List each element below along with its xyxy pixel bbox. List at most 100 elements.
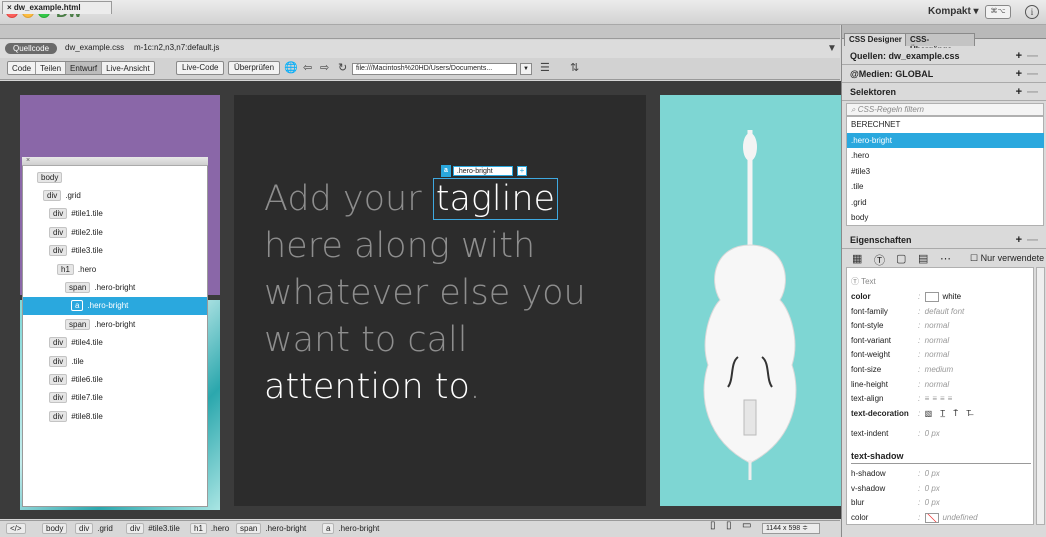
dom-node-label: .hero-bright xyxy=(94,282,136,292)
hero-tagline-link[interactable]: tagline xyxy=(432,178,559,220)
dom-panel-close-icon[interactable]: × xyxy=(22,157,208,166)
background-category-icon[interactable]: ▤ xyxy=(918,252,928,265)
dom-node[interactable]: div #tile3.tile xyxy=(23,242,207,260)
dom-node[interactable]: body xyxy=(23,168,207,186)
dom-node[interactable]: div .grid xyxy=(23,186,207,204)
hero-heading[interactable]: Add your tagline here along with whateve… xyxy=(264,176,624,411)
tab-css-transitions[interactable]: CSS-Übergänge xyxy=(905,33,975,54)
info-icon[interactable]: i xyxy=(1025,5,1039,19)
shadow-property-value[interactable]: : 0 px xyxy=(918,467,940,481)
address-field[interactable]: file:///Macintosh%20HD/Users/Documents..… xyxy=(352,63,517,75)
selector-filter-input[interactable]: ⌕ CSS-Regeln filtern xyxy=(846,103,1044,116)
layout-category-icon[interactable]: ▦ xyxy=(852,252,862,265)
remove-property-icon[interactable]: — xyxy=(1027,232,1038,248)
dom-node[interactable]: div #tile2.tile xyxy=(23,223,207,241)
remove-source-icon[interactable]: — xyxy=(1027,48,1038,64)
add-class-icon[interactable]: + xyxy=(516,166,527,176)
shadow-property-value[interactable]: : 0 px xyxy=(918,496,940,510)
breadcrumb-item[interactable]: h1 .hero xyxy=(190,523,229,534)
dom-node[interactable]: div #tile6.tile xyxy=(23,370,207,388)
breadcrumb-item[interactable]: body xyxy=(42,523,71,534)
dom-node[interactable]: h1 .hero xyxy=(23,260,207,278)
page-options-icon[interactable]: ☰ xyxy=(540,61,550,75)
workspace-switcher[interactable]: Kompakt ▾ xyxy=(928,6,979,17)
tab-css-designer[interactable]: CSS Designer xyxy=(844,33,907,46)
code-toggle-icon[interactable]: </> xyxy=(6,523,26,534)
dom-node[interactable]: span .hero-bright xyxy=(23,278,207,296)
view-design-button[interactable]: Entwurf xyxy=(66,62,103,74)
shadow-property-value[interactable]: : undefined xyxy=(918,511,978,525)
breadcrumb-item[interactable]: div .grid xyxy=(75,523,113,534)
back-arrow-icon[interactable]: ⇦ xyxy=(303,61,312,75)
window-size-select[interactable]: 1144 x 598 ≑ xyxy=(762,523,820,534)
tablet-size-icon[interactable]: ▯ xyxy=(726,521,732,531)
filter-icon[interactable]: ▼ xyxy=(827,43,837,54)
add-source-icon[interactable]: + xyxy=(1016,48,1022,64)
address-dropdown-icon[interactable]: ▼ xyxy=(520,63,532,75)
selector-item[interactable]: body xyxy=(847,210,1044,225)
selector-item[interactable]: .hero-bright xyxy=(847,132,1044,148)
property-value[interactable]: : normal xyxy=(918,348,949,362)
property-value[interactable]: : normal xyxy=(918,334,949,348)
breadcrumb-tag: a xyxy=(322,523,335,534)
sort-icon[interactable]: ⇅ xyxy=(570,61,579,75)
related-file-js[interactable]: m-1c:n2,n3,n7:default.js xyxy=(134,43,219,52)
selector-item[interactable]: .tile xyxy=(847,179,1044,194)
border-category-icon[interactable]: ▢ xyxy=(896,252,906,265)
property-value[interactable]: : 0 px xyxy=(918,427,940,441)
selector-item[interactable]: .hero xyxy=(847,148,1044,163)
selector-item[interactable]: #tile3 xyxy=(847,164,1044,179)
related-file-css[interactable]: dw_example.css xyxy=(65,43,124,52)
property-value[interactable]: : default font xyxy=(918,305,964,319)
remove-media-icon[interactable]: — xyxy=(1027,66,1038,82)
add-media-icon[interactable]: + xyxy=(1016,66,1022,82)
property-value[interactable]: : ≡≡≡≡ xyxy=(918,392,955,406)
selector-item[interactable]: .grid xyxy=(847,195,1044,210)
element-selection-badge[interactable]: a .hero-bright + xyxy=(441,165,527,177)
breadcrumb-label: .grid xyxy=(97,524,113,533)
property-value[interactable]: : medium xyxy=(918,363,953,377)
property-value[interactable]: : ▧ T̲ T̄ T̶ xyxy=(918,407,974,421)
phone-size-icon[interactable]: ▯ xyxy=(710,521,716,531)
property-value[interactable]: : normal xyxy=(918,378,949,392)
dom-node[interactable]: div #tile4.tile xyxy=(23,334,207,352)
live-code-button[interactable]: Live-Code xyxy=(176,61,225,75)
view-live-button[interactable]: Live-Ansicht xyxy=(102,62,154,74)
shadow-property-value[interactable]: : 0 px xyxy=(918,482,940,496)
view-code-button[interactable]: Code xyxy=(8,62,37,74)
dom-node[interactable]: span .hero-bright xyxy=(23,315,207,333)
globe-icon[interactable]: 🌐 xyxy=(284,61,298,75)
desktop-size-icon[interactable]: ▭ xyxy=(742,521,751,531)
selector-item[interactable]: BERECHNET xyxy=(847,117,1044,132)
sources-row[interactable]: Quellen: dw_example.css + — xyxy=(842,48,1046,65)
dom-node[interactable]: a .hero-bright xyxy=(23,296,207,315)
breadcrumb-item[interactable]: span .hero-bright xyxy=(236,523,306,534)
property-value[interactable]: : white xyxy=(918,290,961,304)
dom-node[interactable]: div #tile7.tile xyxy=(23,389,207,407)
selection-class[interactable]: .hero-bright xyxy=(452,166,513,176)
tile4-violin-image[interactable] xyxy=(660,95,841,506)
breadcrumb-item[interactable]: div #tile3.tile xyxy=(126,523,180,534)
show-set-checkbox[interactable]: ☐ Nur verwendete xyxy=(970,253,1044,264)
breadcrumb-item[interactable]: a .hero-bright xyxy=(322,523,379,534)
text-group-header: Ⓣ Text xyxy=(851,277,876,286)
dom-node[interactable]: div .tile xyxy=(23,352,207,370)
more-category-icon[interactable]: ⋯ xyxy=(940,252,951,265)
sync-settings-icon[interactable]: ⌘⌥ xyxy=(985,5,1011,19)
forward-arrow-icon[interactable]: ⇨ xyxy=(320,61,329,75)
add-selector-icon[interactable]: + xyxy=(1016,84,1022,100)
dom-node-label: .hero xyxy=(77,264,97,274)
dom-node[interactable]: div #tile1.tile xyxy=(23,205,207,223)
remove-selector-icon[interactable]: — xyxy=(1027,84,1038,100)
text-category-icon[interactable]: Ⓣ xyxy=(874,252,885,268)
document-tab[interactable]: × dw_example.html xyxy=(2,1,112,14)
refresh-icon[interactable]: ↻ xyxy=(338,61,347,75)
source-code-pill[interactable]: Quellcode xyxy=(5,43,58,54)
dom-node[interactable]: div #tile8.tile xyxy=(23,407,207,425)
properties-scrollbar[interactable] xyxy=(1036,267,1045,525)
inspect-button[interactable]: Überprüfen xyxy=(228,61,281,75)
add-property-icon[interactable]: + xyxy=(1016,232,1022,248)
property-value[interactable]: : normal xyxy=(918,319,949,333)
media-row[interactable]: @Medien: GLOBAL + — xyxy=(842,66,1046,83)
view-split-button[interactable]: Teilen xyxy=(36,62,67,74)
